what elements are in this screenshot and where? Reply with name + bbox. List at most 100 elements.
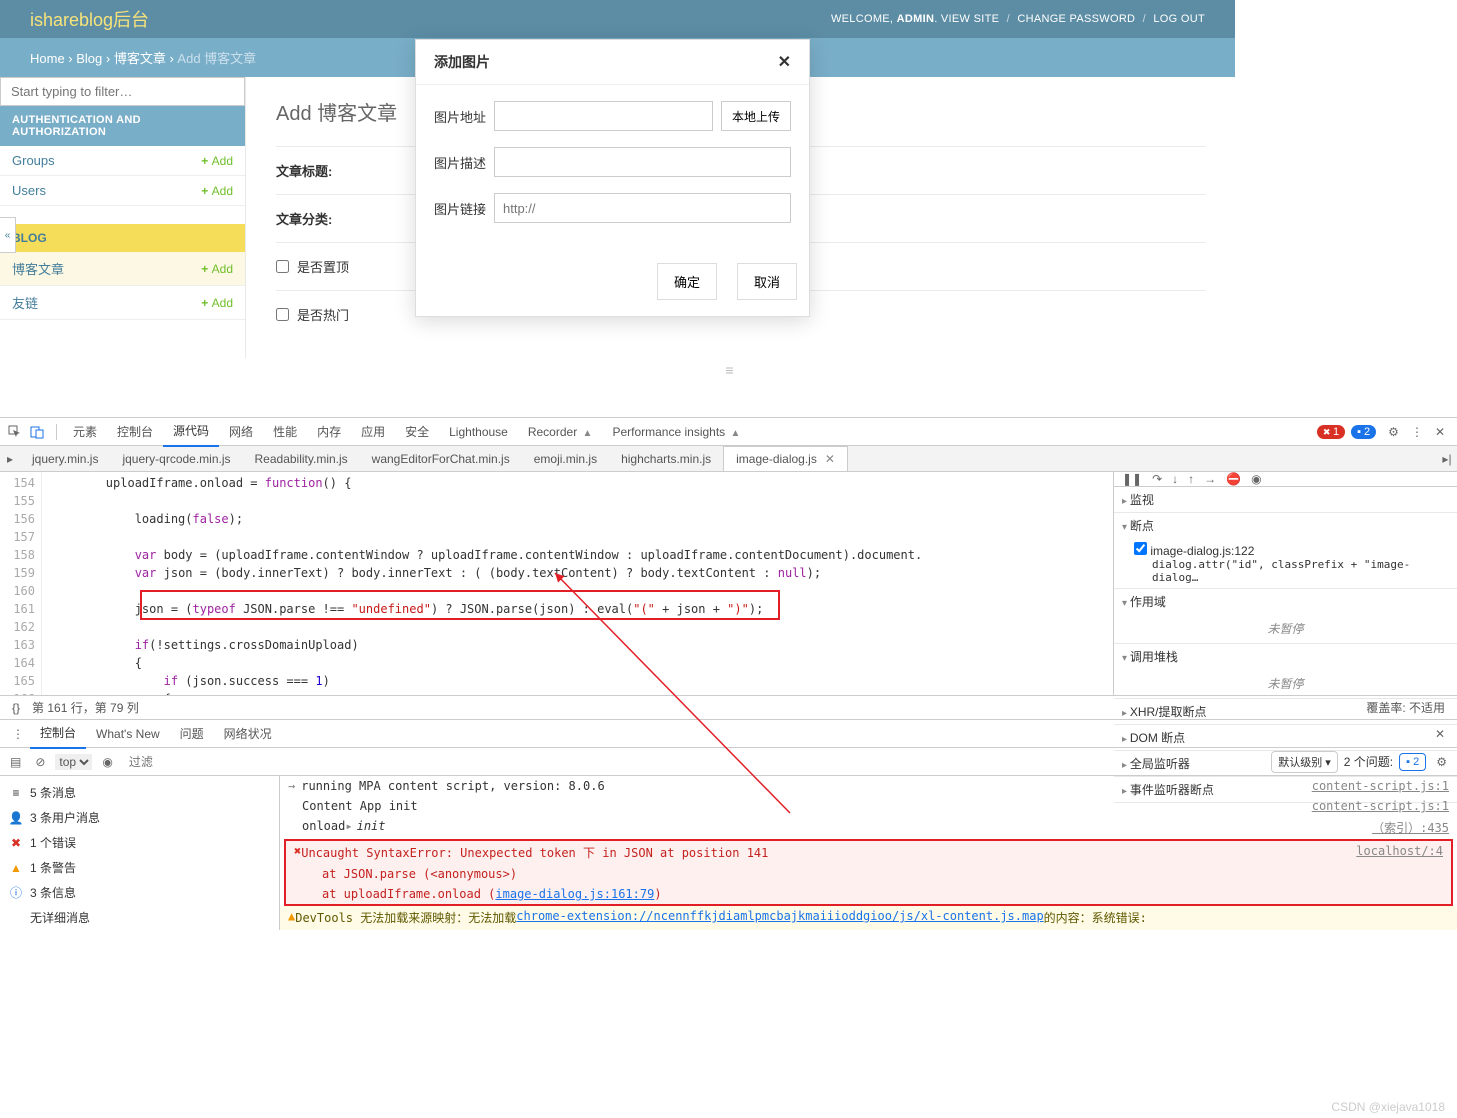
tab-memory[interactable]: 内存	[307, 417, 351, 446]
is-top-checkbox[interactable]	[276, 260, 289, 273]
view-site-link[interactable]: VIEW SITE	[941, 13, 999, 25]
device-toggle-icon[interactable]	[28, 423, 46, 441]
crumb-blog[interactable]: Blog	[76, 51, 102, 66]
tab-elements[interactable]: 元素	[63, 417, 107, 446]
pause-exceptions-icon[interactable]: ◉	[1251, 472, 1261, 486]
bp-checkbox[interactable]	[1134, 542, 1147, 555]
msg-count-badge[interactable]: 2	[1351, 425, 1376, 439]
msg-filter-verbose[interactable]: 无详细消息	[0, 905, 279, 930]
console-sidebar-toggle-icon[interactable]: ▤	[6, 755, 25, 769]
breakpoints-section[interactable]: 断点	[1114, 513, 1457, 538]
resize-handle[interactable]: ≡	[246, 362, 1215, 368]
image-addr-input[interactable]	[494, 101, 713, 131]
msg-filter-errors[interactable]: ✖1 个错误	[0, 830, 279, 855]
msg-filter-warnings[interactable]: ▲1 条警告	[0, 855, 279, 880]
source-link[interactable]: content-script.js:1	[1312, 779, 1449, 793]
tab-application[interactable]: 应用	[351, 417, 395, 446]
tab-sources[interactable]: 源代码	[163, 416, 219, 447]
file-tab[interactable]: Readability.min.js	[243, 447, 360, 471]
crumb-home[interactable]: Home	[30, 51, 65, 66]
file-tab[interactable]: jquery.min.js	[20, 447, 110, 471]
eye-icon[interactable]: ◉	[98, 755, 116, 769]
cancel-button[interactable]: 取消	[737, 263, 797, 300]
console-settings-icon[interactable]: ⚙	[1432, 755, 1451, 769]
close-file-icon[interactable]: ✕	[825, 452, 835, 466]
deactivate-bp-icon[interactable]: ⛔	[1226, 472, 1241, 486]
file-tab[interactable]: wangEditorForChat.min.js	[360, 447, 522, 471]
file-tab[interactable]: jquery-qrcode.min.js	[110, 447, 242, 471]
file-tab-active[interactable]: image-dialog.js✕	[723, 446, 848, 471]
step-out-icon[interactable]: ↑	[1188, 472, 1194, 486]
pause-icon[interactable]: ❚❚	[1122, 472, 1142, 486]
error-count-badge[interactable]: 1	[1317, 425, 1345, 439]
change-password-link[interactable]: CHANGE PASSWORD	[1017, 13, 1135, 25]
drawer-tab-console[interactable]: 控制台	[30, 718, 86, 749]
sidebar-filter-input[interactable]	[0, 77, 245, 106]
add-group-link[interactable]: Add	[201, 154, 233, 168]
issues-badge[interactable]: ▪ 2	[1399, 753, 1426, 771]
add-link-link[interactable]: Add	[201, 296, 233, 310]
add-user-link[interactable]: Add	[201, 184, 233, 198]
tab-security[interactable]: 安全	[395, 417, 439, 446]
devtools-tabbar: 元素 控制台 源代码 网络 性能 内存 应用 安全 Lighthouse Rec…	[0, 418, 1457, 446]
file-tab[interactable]: highcharts.min.js	[609, 447, 723, 471]
source-link[interactable]: localhost/:4	[1356, 844, 1443, 861]
stack-link[interactable]: image-dialog.js:161:79	[495, 887, 654, 901]
close-icon[interactable]: ✕	[778, 52, 791, 72]
is-hot-checkbox[interactable]	[276, 308, 289, 321]
file-nav-toggle-icon[interactable]: ▸	[0, 452, 20, 466]
devtools-close-icon[interactable]: ✕	[1429, 425, 1451, 439]
collapse-sidebar-button[interactable]: «	[0, 217, 16, 253]
log-level-selector[interactable]: 默认级别 ▾	[1271, 751, 1338, 773]
source-link[interactable]: （索引）:435	[1372, 819, 1449, 836]
step-over-icon[interactable]: ↷	[1152, 472, 1162, 486]
console-filter-input[interactable]	[123, 753, 183, 771]
source-link[interactable]: content-script.js:1	[1312, 799, 1449, 813]
add-image-dialog: 添加图片 ✕ 图片地址 本地上传 图片描述 图片链接 确定 取消	[415, 39, 810, 317]
msg-filter-info[interactable]: ⓘ3 条信息	[0, 880, 279, 905]
dom-bp-section[interactable]: DOM 断点	[1114, 725, 1457, 750]
drawer-more-icon[interactable]: ⋮	[6, 727, 30, 741]
image-link-input[interactable]	[494, 193, 791, 223]
ok-button[interactable]: 确定	[657, 263, 717, 300]
code-editor[interactable]: 1541551561571581591601611621631641651661…	[0, 472, 1113, 695]
drawer-tab-whatsnew[interactable]: What's New	[86, 721, 170, 747]
drawer-close-icon[interactable]: ✕	[1429, 727, 1451, 741]
tab-console[interactable]: 控制台	[107, 417, 163, 446]
msg-filter-all[interactable]: ≡5 条消息	[0, 780, 279, 805]
dialog-title: 添加图片	[434, 52, 490, 72]
clear-console-icon[interactable]: ⊘	[31, 755, 49, 769]
drawer-tab-issues[interactable]: 问题	[170, 719, 214, 748]
devtools-panel: 元素 控制台 源代码 网络 性能 内存 应用 安全 Lighthouse Rec…	[0, 417, 1457, 1118]
msg-filter-user[interactable]: 👤3 条用户消息	[0, 805, 279, 830]
tab-insights[interactable]: Performance insights ▲	[602, 419, 750, 445]
code-content: uploadIframe.onload = function() { loadi…	[48, 472, 1113, 695]
step-icon[interactable]: →	[1204, 472, 1216, 486]
image-desc-input[interactable]	[494, 147, 791, 177]
crumb-posts[interactable]: 博客文章	[114, 51, 166, 66]
drawer-tab-network[interactable]: 网络状况	[214, 719, 282, 748]
file-tab[interactable]: emoji.min.js	[522, 447, 609, 471]
run-snippet-icon[interactable]: ▸|	[1437, 452, 1457, 466]
add-post-link[interactable]: Add	[201, 262, 233, 276]
local-upload-button[interactable]: 本地上传	[721, 101, 791, 131]
ext-link[interactable]: chrome-extension://ncennffkjdiamlpmcbajk…	[516, 909, 1043, 926]
field-category-label: 文章分类:	[276, 209, 396, 228]
settings-icon[interactable]: ⚙	[1382, 425, 1405, 439]
tab-recorder[interactable]: Recorder ▲	[518, 419, 603, 445]
tab-network[interactable]: 网络	[219, 417, 263, 446]
expand-icon[interactable]: ▸	[345, 819, 352, 836]
more-icon[interactable]: ⋮	[1405, 425, 1429, 439]
logout-link[interactable]: LOG OUT	[1153, 13, 1205, 25]
context-selector[interactable]: top	[55, 754, 92, 770]
callstack-section[interactable]: 调用堆栈	[1114, 644, 1457, 669]
blog-section-header: BLOG	[0, 224, 245, 252]
debugger-sidebar: ❚❚ ↷ ↓ ↑ → ⛔ ◉ 监视 断点 image-dialog.js:122…	[1113, 472, 1457, 695]
tab-performance[interactable]: 性能	[263, 417, 307, 446]
step-into-icon[interactable]: ↓	[1172, 472, 1178, 486]
scope-section[interactable]: 作用域	[1114, 589, 1457, 614]
bp-location[interactable]: image-dialog.js:122	[1150, 544, 1254, 558]
watch-section[interactable]: 监视	[1114, 487, 1457, 512]
tab-lighthouse[interactable]: Lighthouse	[439, 419, 518, 445]
inspect-icon[interactable]	[6, 423, 24, 441]
